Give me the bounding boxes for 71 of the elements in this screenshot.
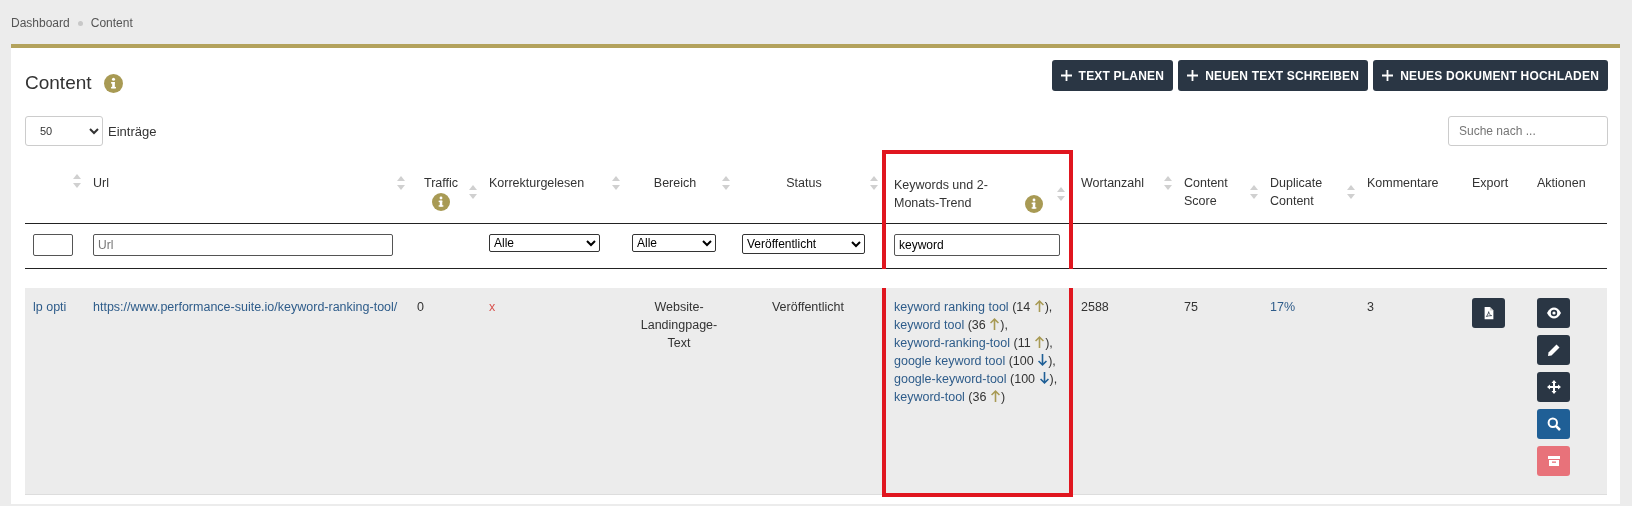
page-size-select[interactable]: 50 (25, 116, 103, 146)
breadcrumb-link[interactable]: Content (90, 16, 133, 30)
eye-icon (1546, 306, 1561, 321)
table-cell: 75 (1184, 300, 1198, 315)
keyword-count: (100 (1010, 372, 1036, 387)
add-button[interactable]: NEUEN TEXT SCHREIBEN (1178, 60, 1369, 91)
table-link[interactable]: 17% (1270, 300, 1296, 315)
keyword-link[interactable]: keyword ranking tool (894, 300, 1009, 315)
keyword-link[interactable]: keyword-ranking-tool (894, 336, 1011, 351)
add-button[interactable]: TEXT PLANEN (1051, 60, 1174, 91)
keyword-link[interactable]: keyword-tool (894, 390, 965, 405)
table-cell: 0 (417, 300, 424, 315)
table-cell: 3 (1367, 300, 1374, 315)
keyword-count: (14 (1012, 300, 1031, 315)
keyword-link[interactable]: google keyword tool (894, 354, 1006, 369)
filter-select[interactable]: Alle (632, 233, 716, 252)
keyword-punctuation: ) (1000, 390, 1006, 405)
page-title: Content (25, 72, 92, 94)
info-icon (103, 73, 123, 93)
column-header[interactable]: Wortanzahl (1081, 174, 1144, 192)
breadcrumb-link[interactable]: Dashboard (11, 16, 70, 30)
pencil-icon (1546, 343, 1561, 358)
table-cell: 2588 (1081, 300, 1109, 315)
column-header[interactable]: Keywords und 2-Monats-Trend (894, 176, 1022, 212)
plus-icon (1187, 70, 1199, 81)
pdf-export-button[interactable] (1472, 298, 1505, 329)
keyword-punctuation: ), (1048, 354, 1056, 369)
view-button[interactable] (1537, 298, 1570, 329)
search-field[interactable]: Suche nach ... (1448, 116, 1608, 146)
column-header[interactable]: Bereich (653, 174, 697, 192)
column-header[interactable]: Content Score (1184, 174, 1246, 210)
add-button[interactable]: NEUES DOKUMENT HOCHLADEN (1373, 60, 1608, 91)
keyword-punctuation: ), (1000, 318, 1008, 333)
archive-box-icon (1546, 454, 1561, 469)
column-header[interactable]: Duplicate Content (1270, 174, 1343, 210)
search-button[interactable] (1537, 409, 1570, 440)
keyword-count: (100 (1008, 354, 1034, 369)
entries-label: Einträge (108, 123, 157, 139)
keyword-link[interactable]: keyword tool (894, 318, 965, 333)
move-arrows-icon (1546, 380, 1561, 395)
table-cell-text: Website-Landingpage-Text (639, 299, 719, 353)
keyword-count: (11 (1013, 336, 1031, 351)
keyword-punctuation: ), (1045, 336, 1053, 351)
plus-icon (1382, 70, 1394, 81)
table-cell-text: Veröffentlicht (770, 299, 845, 317)
keyword-punctuation: ), (1049, 372, 1058, 387)
plus-icon (1060, 70, 1072, 81)
table-link[interactable]: https://www.performance-suite.io/keyword-ranking-tool/ (93, 300, 398, 315)
keyword-count: (36 (968, 390, 987, 405)
move-button[interactable] (1537, 372, 1570, 403)
filter-select[interactable]: Veröffentlicht (742, 233, 866, 254)
cross-mark: x (489, 300, 496, 315)
column-header[interactable]: Aktionen (1537, 174, 1586, 192)
column-header[interactable]: Kommentare (1367, 174, 1439, 192)
column-header[interactable]: Url (93, 174, 109, 192)
table-link[interactable]: lp opti (33, 300, 67, 315)
keyword-punctuation: ), (1044, 300, 1053, 315)
column-header[interactable]: Traffic (423, 174, 458, 192)
search-icon (1546, 417, 1561, 432)
filter-field[interactable] (33, 233, 73, 256)
keyword-count: (36 (967, 318, 986, 333)
column-header[interactable]: Export (1472, 174, 1509, 192)
filter-field[interactable]: Url (93, 233, 394, 256)
keyword-link[interactable]: google-keyword-tool (894, 372, 1007, 387)
edit-button[interactable] (1537, 335, 1570, 366)
column-header[interactable]: Status (786, 174, 822, 192)
archive-button[interactable] (1537, 446, 1570, 477)
filter-field[interactable]: keyword (894, 233, 1061, 256)
breadcrumb-separator (77, 20, 83, 26)
filter-select[interactable]: Alle (489, 233, 600, 252)
column-header[interactable]: Korrekturgelesen (489, 174, 585, 192)
